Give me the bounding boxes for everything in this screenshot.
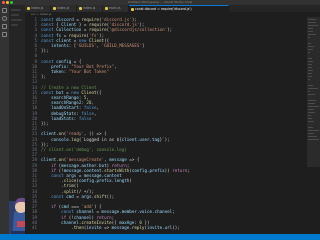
minimap-line (308, 19, 316, 20)
code-token: message (111, 225, 130, 230)
javascript-file-icon (79, 7, 82, 10)
minimap-line (308, 106, 319, 107)
explorer-sidebar (9, 5, 25, 234)
minimap-line (308, 118, 313, 119)
minimap-line (308, 115, 311, 116)
minimap-line (308, 91, 310, 92)
minimap-line (308, 43, 312, 44)
source-control-icon[interactable] (2, 24, 7, 29)
activity-bar (0, 5, 9, 234)
minimap[interactable] (307, 17, 320, 234)
minimap-line (308, 139, 319, 140)
code-token: . (41, 225, 74, 230)
minimap-line (308, 112, 316, 113)
anime-character-sticker (9, 197, 25, 234)
tab-index-js-2[interactable]: index.js (51, 5, 77, 12)
minimap-line (308, 133, 314, 134)
explorer-item[interactable] (11, 24, 18, 26)
code-token: invite (146, 225, 163, 230)
minimap-line (308, 25, 319, 26)
minimap-line (308, 52, 310, 53)
javascript-file-icon (27, 7, 30, 10)
minimap-line (308, 58, 313, 59)
explorer-icon[interactable] (2, 8, 7, 13)
tab-label: index.js (31, 6, 44, 10)
tab-label: const discord = require('discord.js') (135, 7, 192, 11)
tab-label: index.js (83, 6, 96, 10)
minimap-line (308, 64, 312, 65)
minimize-window-button[interactable] (6, 1, 9, 4)
minimap-line (308, 70, 313, 71)
minimap-viewport-slider[interactable] (307, 17, 320, 167)
code-token: reply (131, 225, 145, 230)
minimap-line (308, 109, 315, 110)
minimap-line (308, 127, 313, 128)
minimap-line (308, 46, 314, 47)
minimap-line (308, 22, 317, 23)
minimap-line (308, 100, 316, 101)
minimap-line (308, 61, 313, 62)
editor-tab-bar: index.js index.js index.js main.js const… (25, 5, 320, 12)
minimap-line (308, 76, 312, 77)
minimap-line (308, 85, 314, 86)
vscode-window: Untitled (Workspace) — Visual Studio Cod… (0, 0, 320, 240)
minimap-line (308, 79, 310, 80)
extensions-icon[interactable] (2, 32, 7, 37)
minimap-line (308, 67, 313, 68)
tab-index-js-3[interactable]: index.js (77, 5, 103, 12)
minimap-line (308, 103, 315, 104)
minimap-line (308, 37, 310, 38)
javascript-file-icon (53, 7, 56, 10)
code-line[interactable]: 41 .then(invite => message.reply(invite.… (25, 225, 307, 230)
explorer-item[interactable] (11, 14, 19, 16)
minimap-line (308, 34, 317, 35)
minimap-line (308, 136, 317, 137)
explorer-item[interactable] (11, 19, 22, 21)
minimap-line (308, 73, 313, 74)
code-token: )); (172, 225, 180, 230)
code-token: then (73, 225, 84, 230)
code-editor[interactable]: 1 const discord = require('discord.js'); 2… (25, 17, 307, 234)
javascript-file-icon (131, 8, 134, 11)
explorer-item[interactable] (11, 9, 21, 11)
code-token: invite (86, 225, 102, 230)
minimap-line (308, 130, 319, 131)
code-token: => (101, 225, 112, 230)
status-bar (0, 234, 320, 240)
maximize-window-button[interactable] (10, 1, 13, 4)
code-text: .then(invite => message.reply(invite.url… (41, 225, 180, 230)
minimap-line (308, 94, 315, 95)
minimap-line (308, 121, 314, 122)
minimap-line (308, 88, 319, 89)
tab-main-js[interactable]: main.js (103, 5, 129, 12)
minimap-line (308, 49, 314, 50)
tab-active-file[interactable]: const discord = require('discord.js') (129, 5, 229, 12)
javascript-file-icon (105, 7, 108, 10)
tab-label: main.js (109, 6, 121, 10)
minimap-line (308, 28, 313, 29)
close-window-button[interactable] (2, 1, 5, 4)
search-icon[interactable] (2, 16, 7, 21)
line-number: 41 (31, 225, 37, 230)
tab-index-js-1[interactable]: index.js (25, 5, 51, 12)
minimap-line (308, 31, 314, 32)
tab-label: index.js (57, 6, 70, 10)
